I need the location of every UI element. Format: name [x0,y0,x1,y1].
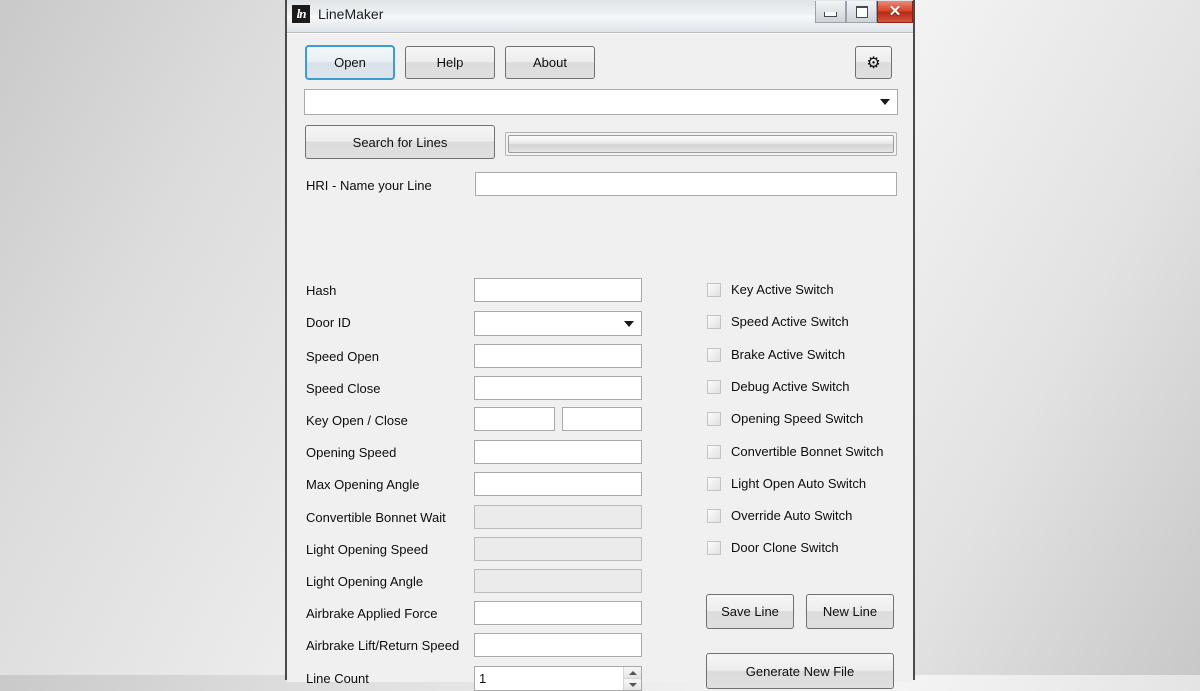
chevron-down-icon [880,99,890,105]
search-for-lines-button[interactable]: Search for Lines [305,125,495,159]
checkbox-override-auto-switch[interactable]: Override Auto Switch [707,508,852,523]
label-door-id: Door ID [306,315,351,330]
checkbox-convertible-bonnet-switch[interactable]: Convertible Bonnet Switch [707,444,883,459]
checkbox-speed-active-switch[interactable]: Speed Active Switch [707,314,849,329]
close-icon: ✕ [888,3,902,20]
checkbox-label: Opening Speed Switch [731,411,864,426]
label-speed-close: Speed Close [306,381,381,396]
label-airbrake-lift-return-speed: Airbrake Lift/Return Speed [306,638,460,653]
line-count-increment-button[interactable] [624,667,641,679]
hri-name-label: HRI - Name your Line [306,178,432,193]
checkbox-box-icon[interactable] [707,476,721,491]
line-count-value[interactable]: 1 [475,667,623,690]
checkbox-box-icon[interactable] [707,282,721,297]
label-max-opening-angle: Max Opening Angle [306,477,420,492]
help-button[interactable]: Help [405,46,495,79]
checkbox-label: Speed Active Switch [731,314,849,329]
input-light-opening-angle [474,569,642,593]
checkbox-label: Debug Active Switch [731,379,850,394]
checkbox-debug-active-switch[interactable]: Debug Active Switch [707,379,850,394]
checkbox-label: Door Clone Switch [731,540,839,555]
label-speed-open: Speed Open [306,349,380,364]
progress-track [508,135,894,153]
checkbox-box-icon[interactable] [707,508,721,523]
input-speed-open[interactable] [474,344,642,368]
line-count-stepper[interactable]: 1 [474,666,642,691]
minimize-icon [824,11,837,17]
checkbox-brake-active-switch[interactable]: Brake Active Switch [707,347,845,362]
checkbox-box-icon[interactable] [707,314,721,329]
application-window: ln LineMaker ✕ Open Help About ⚙ Search … [285,0,915,691]
title-bar: ln LineMaker ✕ [287,0,913,33]
about-button[interactable]: About [505,46,595,79]
line-count-decrement-button[interactable] [624,679,641,690]
label-line-count: Line Count [306,671,369,686]
window-title: LineMaker [318,6,384,22]
label-convertible-bonnet-wait: Convertible Bonnet Wait [306,510,446,525]
lines-dropdown[interactable] [304,89,898,115]
input-speed-close[interactable] [474,376,642,400]
save-line-button[interactable]: Save Line [706,594,794,629]
checkbox-door-clone-switch[interactable]: Door Clone Switch [707,540,839,555]
checkbox-light-open-auto-switch[interactable]: Light Open Auto Switch [707,476,866,491]
checkbox-box-icon[interactable] [707,379,721,394]
checkbox-label: Convertible Bonnet Switch [731,444,884,459]
close-button[interactable]: ✕ [877,1,913,23]
input-light-opening-speed [474,537,642,561]
line-count-stepper-buttons [623,667,641,690]
label-key-open-close: Key Open / Close [306,413,408,428]
input-convertible-bonnet-wait [474,505,642,529]
checkbox-label: Brake Active Switch [731,347,846,362]
new-line-button[interactable]: New Line [806,594,894,629]
checkbox-opening-speed-switch[interactable]: Opening Speed Switch [707,411,863,426]
chevron-down-icon [624,320,634,327]
search-progress-bar [505,132,897,156]
generate-new-file-button[interactable]: Generate New File [706,653,894,689]
input-hash[interactable] [474,278,642,302]
open-button[interactable]: Open [305,45,395,80]
checkbox-box-icon[interactable] [707,444,721,459]
chevron-down-icon [628,682,637,687]
checkbox-box-icon[interactable] [707,411,721,426]
input-airbrake-applied-force[interactable] [474,601,642,625]
door-id-dropdown[interactable] [474,311,642,336]
input-key-close[interactable] [562,407,642,431]
minimize-button[interactable] [815,1,846,23]
label-airbrake-applied-force: Airbrake Applied Force [306,606,438,621]
input-opening-speed[interactable] [474,440,642,464]
checkbox-label: Override Auto Switch [731,508,853,523]
chevron-up-icon [628,670,637,675]
input-airbrake-lift-return-speed[interactable] [474,633,642,657]
checkbox-box-icon[interactable] [707,540,721,555]
checkbox-box-icon[interactable] [707,347,721,362]
label-light-opening-speed: Light Opening Speed [306,542,429,557]
checkbox-key-active-switch[interactable]: Key Active Switch [707,282,834,297]
label-opening-speed: Opening Speed [306,445,397,460]
input-max-opening-angle[interactable] [474,472,642,496]
label-hash: Hash [306,283,337,298]
input-key-open[interactable] [474,407,555,431]
gear-icon: ⚙ [866,54,881,72]
settings-gear-button[interactable]: ⚙ [855,46,892,79]
app-logo-icon: ln [292,5,310,23]
label-light-opening-angle: Light Opening Angle [306,574,424,589]
checkbox-label: Key Active Switch [731,282,834,297]
checkbox-label: Light Open Auto Switch [731,476,867,491]
maximize-button[interactable] [846,1,877,23]
client-area: Open Help About ⚙ Search for Lines HRI -… [287,33,913,691]
hri-name-input[interactable] [475,172,897,196]
maximize-icon [855,5,868,18]
